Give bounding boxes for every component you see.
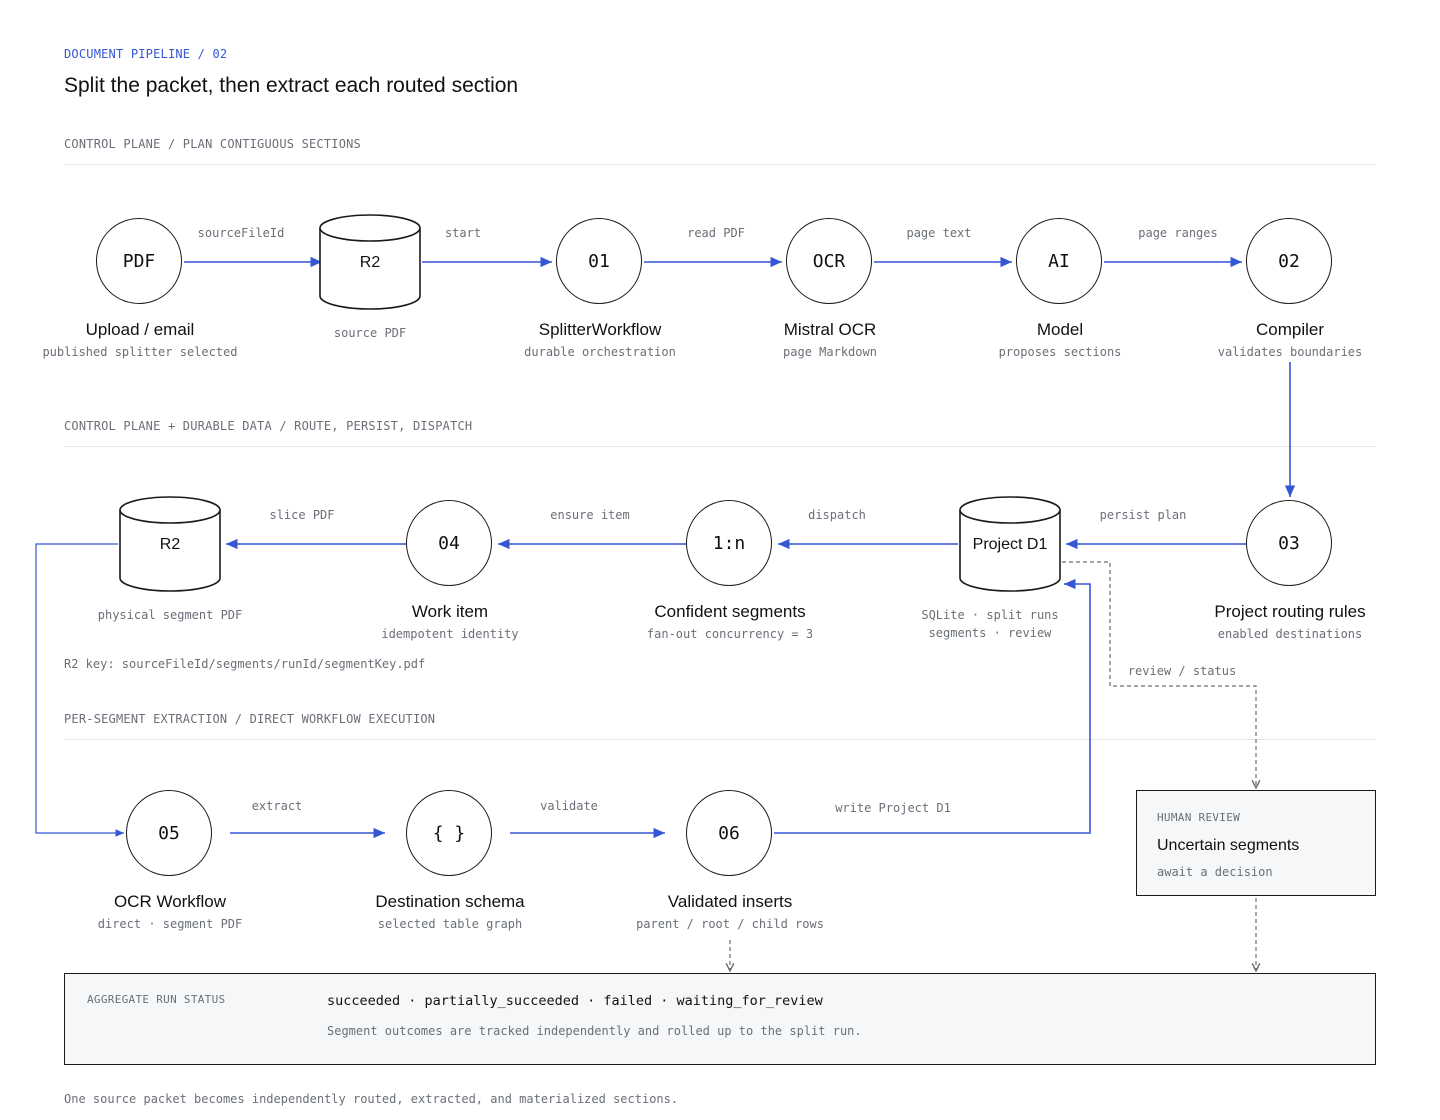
edge-label-sourcefileid: sourceFileId (197, 226, 285, 240)
node-destination-schema: { } (406, 790, 492, 876)
node-ocr-title: Mistral OCR (783, 320, 877, 339)
node-destination-schema-title: Destination schema (375, 892, 525, 911)
edge-label-page-ranges: page ranges (1138, 226, 1218, 240)
human-review-panel: HUMAN REVIEW Uncertain segments await a … (1136, 790, 1376, 896)
node-work-item-sub: idempotent identity (381, 627, 519, 641)
edge-label-ensure-item: ensure item (550, 508, 630, 522)
node-ocr-sub: page Markdown (783, 345, 877, 359)
node-work-item-title: Work item (411, 602, 489, 621)
node-compiler: 02 (1246, 218, 1332, 304)
edge-label-validate: validate (540, 799, 598, 813)
footer-caption: One source packet becomes independently … (64, 1092, 679, 1106)
human-review-sub: await a decision (1157, 865, 1273, 879)
edge-r2-to-ocrwf (35, 543, 124, 837)
node-destination-schema-sub: selected table graph (377, 917, 523, 931)
node-pdf-title: Upload / email (85, 320, 195, 339)
node-compiler-title: Compiler (1255, 320, 1325, 339)
node-r2-source: R2 (359, 254, 381, 271)
node-r2-source-sub: source PDF (333, 326, 407, 340)
aggregate-status-panel: AGGREGATE RUN STATUS succeeded · partial… (64, 973, 1376, 1065)
node-project-d1: Project D1 (972, 536, 1048, 553)
edge-label-page-text: page text (906, 226, 972, 240)
node-pdf: PDF (96, 218, 182, 304)
edge-label-dispatch: dispatch (808, 508, 866, 522)
node-ocr: OCR (786, 218, 872, 304)
node-ocr-workflow-title: OCR Workflow (113, 892, 227, 911)
node-segments: 1:n (686, 500, 772, 586)
aggregate-status-note: Segment outcomes are tracked independent… (327, 1024, 862, 1038)
aggregate-status-eyebrow: AGGREGATE RUN STATUS (87, 993, 226, 1006)
node-validated-inserts-sub: parent / root / child rows (636, 917, 824, 931)
node-ocr-workflow: 05 (126, 790, 212, 876)
node-model-title: Model (1036, 320, 1084, 339)
node-validated-inserts: 06 (686, 790, 772, 876)
edge-label-slice-pdf: slice PDF (269, 508, 335, 522)
edge-label-extract: extract (251, 799, 303, 813)
edge-label-read-pdf: read PDF (687, 226, 745, 240)
human-review-eyebrow: HUMAN REVIEW (1157, 811, 1241, 824)
node-compiler-sub: validates boundaries (1217, 345, 1363, 359)
node-model-sub: proposes sections (998, 345, 1122, 359)
node-validated-inserts-title: Validated inserts (667, 892, 793, 911)
edge-label-start: start (444, 226, 482, 240)
edge-label-persist-plan: persist plan (1099, 508, 1187, 522)
aggregate-status-values: succeeded · partially_succeeded · failed… (327, 993, 823, 1009)
node-project-d1-sub: SQLite · split runs (921, 608, 1059, 622)
edge-label-review-status: review / status (1127, 664, 1237, 678)
node-segments-title: Confident segments (654, 602, 806, 621)
node-splitter-sub: durable orchestration (524, 345, 676, 359)
node-routing-rules-sub: enabled destinations (1217, 627, 1363, 641)
node-r2-segment: R2 (159, 536, 181, 553)
node-routing-rules: 03 (1246, 500, 1332, 586)
node-routing-rules-title: Project routing rules (1214, 602, 1366, 621)
node-work-item: 04 (406, 500, 492, 586)
node-pdf-sub: published splitter selected (42, 345, 238, 359)
node-model: AI (1016, 218, 1102, 304)
node-splitter: 01 (556, 218, 642, 304)
node-project-d1-sub2: segments · review (928, 626, 1052, 640)
human-review-title: Uncertain segments (1157, 837, 1300, 854)
r2-key-note: R2 key: sourceFileId/segments/runId/segm… (64, 657, 426, 671)
node-segments-sub: fan-out concurrency = 3 (646, 627, 814, 641)
node-splitter-title: SplitterWorkflow (538, 320, 662, 339)
edge-label-write-project-d1: write Project D1 (835, 801, 951, 815)
node-r2-segment-sub: physical segment PDF (97, 608, 243, 622)
node-ocr-workflow-sub: direct · segment PDF (97, 917, 243, 931)
